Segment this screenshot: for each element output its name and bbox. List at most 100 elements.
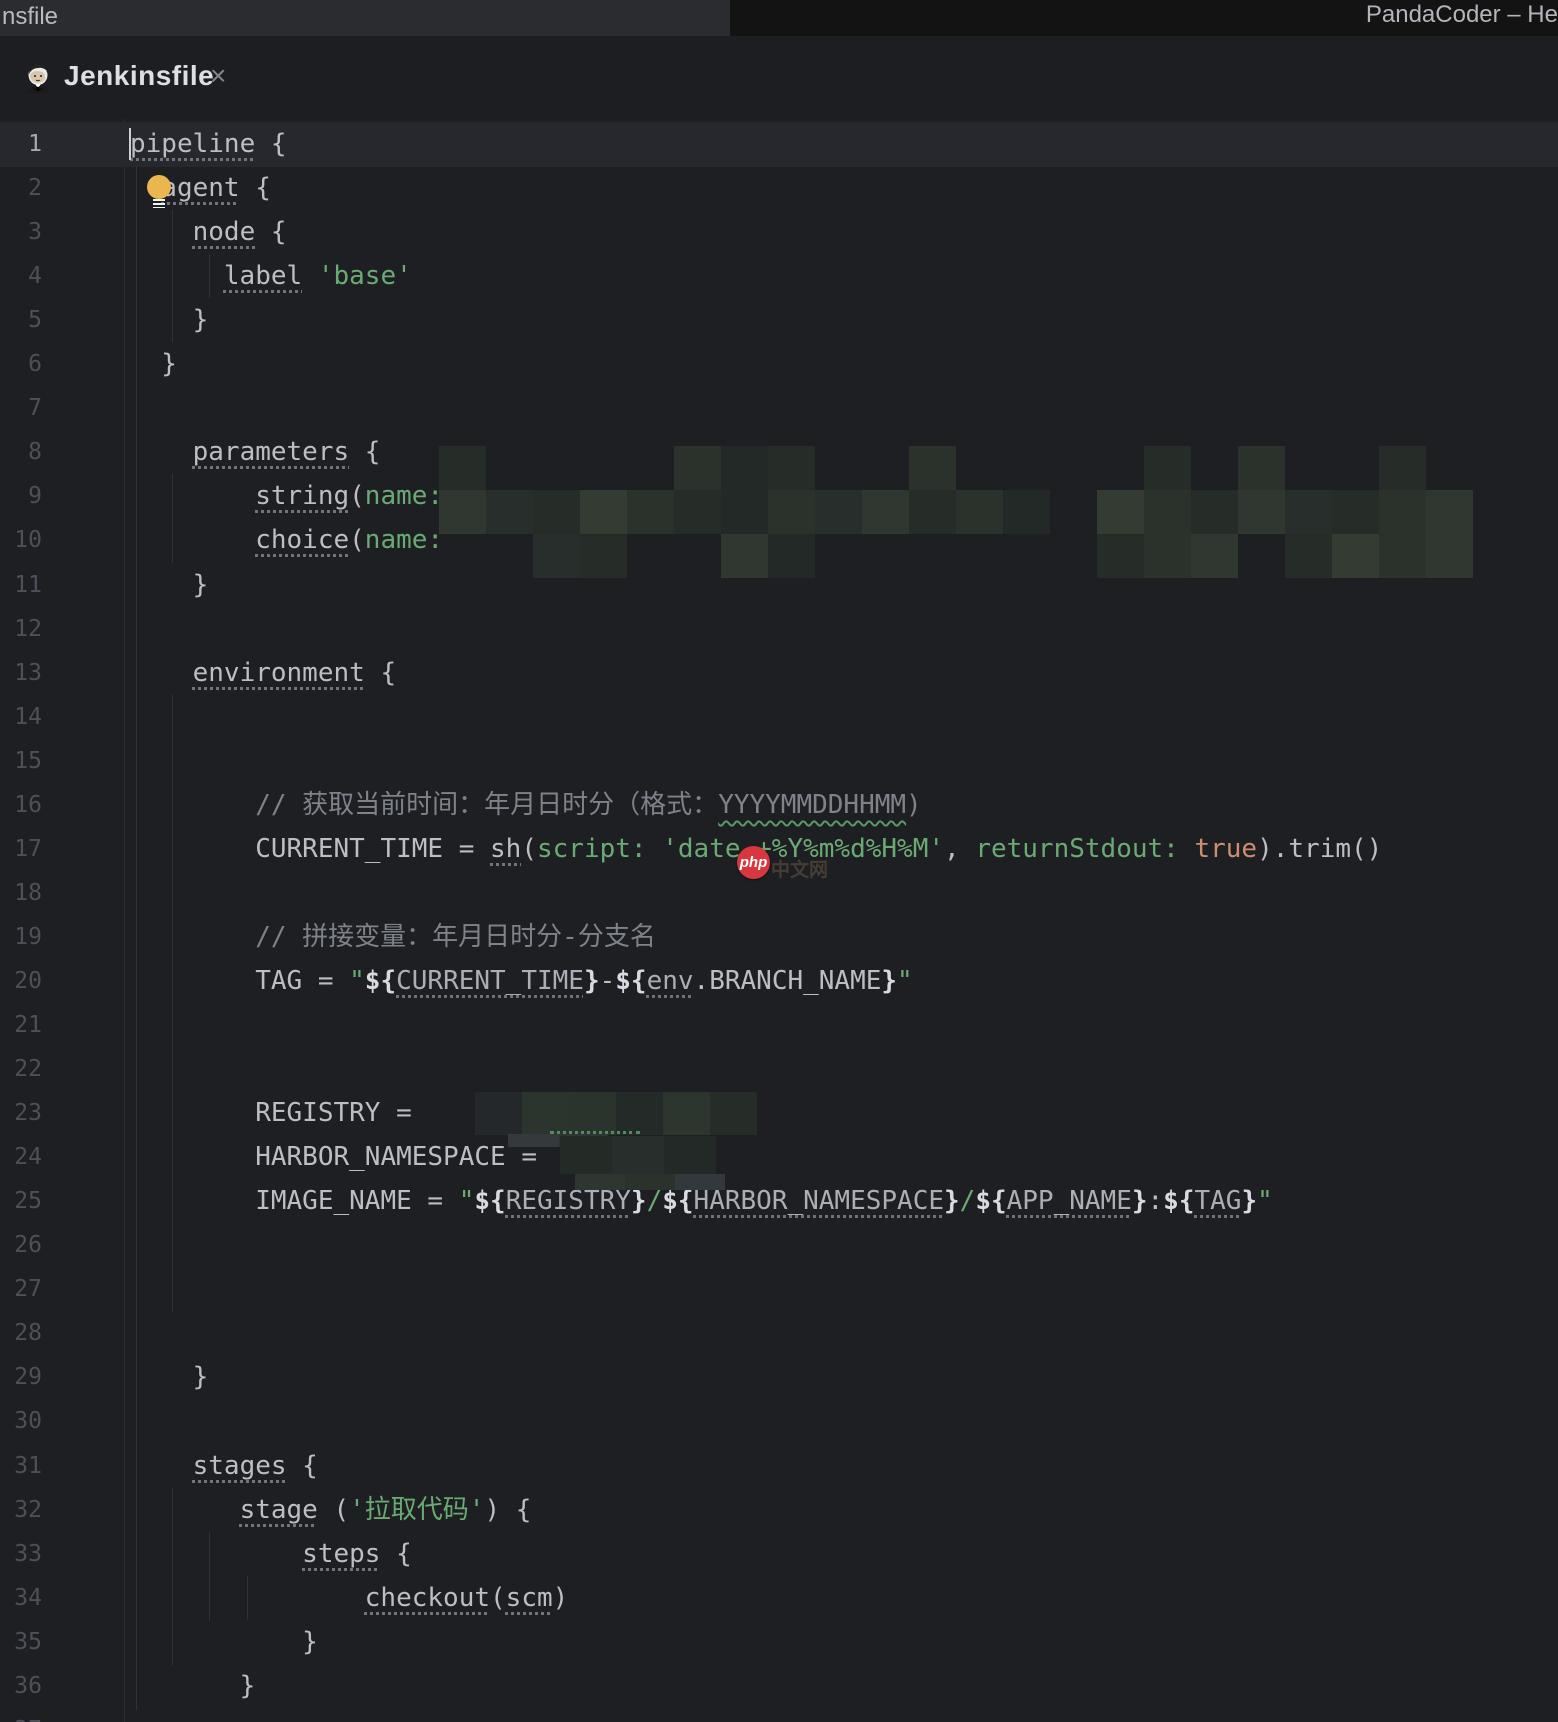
- code-line[interactable]: 35}: [0, 1620, 1558, 1665]
- line-number: 8: [28, 439, 42, 466]
- line-number: 27: [14, 1276, 42, 1303]
- line-number: 18: [14, 879, 42, 906]
- close-icon[interactable]: ×: [210, 60, 226, 92]
- code-line[interactable]: 6}: [0, 342, 1558, 387]
- code-text: }: [192, 1362, 209, 1393]
- line-number: 5: [28, 307, 42, 334]
- line-number: 14: [14, 703, 42, 730]
- code-line[interactable]: 21: [0, 1003, 1558, 1048]
- line-number: 26: [14, 1232, 42, 1259]
- code-line[interactable]: 32 stage ('拉取代码') {: [0, 1488, 1558, 1533]
- line-number: 1: [28, 131, 42, 157]
- code-text: TAG = "${CURRENT_TIME}-${env.BRANCH_NAME…: [255, 965, 913, 996]
- code-line[interactable]: 23 REGISTRY =: [0, 1091, 1558, 1136]
- code-line[interactable]: 27: [0, 1267, 1558, 1312]
- ide-window: nsfile PandaCoder – He Jenkinsfile × 1 p…: [0, 0, 1558, 1722]
- line-number: 10: [14, 527, 42, 554]
- indent-guide: [209, 254, 210, 298]
- line-number: 7: [28, 395, 42, 422]
- code-text: choice(name:: [255, 525, 444, 556]
- code-line[interactable]: 1 pipeline {: [0, 122, 1558, 167]
- indent-guide: [136, 166, 137, 1710]
- code-text: string(name:: [255, 481, 444, 512]
- line-number: 29: [14, 1364, 42, 1391]
- code-text: // 拼接变量：年月日时分-分支名: [255, 921, 656, 952]
- watermark-text: 中文网: [771, 860, 829, 881]
- line-number: 32: [14, 1496, 42, 1523]
- line-number: 20: [14, 967, 42, 994]
- code-text: }: [239, 1670, 256, 1701]
- code-line[interactable]: 28: [0, 1311, 1558, 1356]
- code-text: stages {: [192, 1450, 318, 1481]
- code-line[interactable]: 29}: [0, 1355, 1558, 1400]
- code-line[interactable]: 33 steps {: [0, 1532, 1558, 1577]
- window-titlebar: nsfile PandaCoder – He: [0, 0, 1558, 36]
- jenkins-icon: [27, 65, 49, 94]
- line-number: 6: [28, 351, 42, 378]
- line-number: 25: [14, 1188, 42, 1215]
- code-text: parameters {: [192, 437, 381, 468]
- window-title-project: PandaCoder – He: [1365, 1, 1558, 28]
- indent-guide: [172, 210, 173, 342]
- code-line[interactable]: 20 TAG = "${CURRENT_TIME}-${env.BRANCH_NA…: [0, 959, 1558, 1004]
- code-line[interactable]: 37: [0, 1708, 1558, 1722]
- indent-guide: [209, 1532, 210, 1621]
- indent-guide: [172, 1488, 173, 1665]
- code-line[interactable]: 7: [0, 386, 1558, 431]
- code-line[interactable]: 4 label 'base': [0, 254, 1558, 299]
- code-editor[interactable]: 1 pipeline {2 agent {3 node {4 label 'base' 5…: [0, 119, 1558, 1722]
- intention-lightbulb-icon[interactable]: [147, 175, 171, 199]
- code-line[interactable]: 2 agent {: [0, 166, 1558, 211]
- code-line[interactable]: 5}: [0, 298, 1558, 343]
- line-number: 34: [14, 1584, 42, 1611]
- code-line[interactable]: 36}: [0, 1664, 1558, 1709]
- code-text: node {: [192, 217, 287, 248]
- code-text: environment {: [192, 657, 397, 688]
- code-text: }: [192, 305, 209, 336]
- line-number: 12: [14, 615, 42, 642]
- code-line[interactable]: 3 node {: [0, 210, 1558, 255]
- line-number: 23: [14, 1100, 42, 1127]
- code-line[interactable]: 26: [0, 1223, 1558, 1268]
- code-line[interactable]: 25 IMAGE_NAME = "${REGISTRY}/${HARBOR_NAM…: [0, 1179, 1558, 1224]
- line-number: 35: [14, 1628, 42, 1655]
- code-line[interactable]: 12: [0, 607, 1558, 652]
- line-number: 31: [14, 1452, 42, 1479]
- line-number: 33: [14, 1540, 42, 1567]
- redaction-typo-underline: [550, 1131, 640, 1134]
- line-number: 4: [28, 263, 42, 290]
- code-line[interactable]: 13 environment {: [0, 651, 1558, 696]
- tab-label: Jenkinsfile: [64, 60, 215, 91]
- window-title-partial: nsfile: [2, 3, 59, 30]
- line-number: 24: [14, 1144, 42, 1171]
- line-number: 21: [14, 1012, 42, 1038]
- indent-guide: [247, 1576, 248, 1620]
- code-text: }: [192, 569, 209, 600]
- line-number: 3: [28, 219, 42, 246]
- lightbulb-base: [153, 199, 165, 208]
- line-number: 30: [14, 1408, 42, 1435]
- titlebar-left-segment: nsfile: [0, 0, 730, 36]
- line-number: 13: [14, 659, 42, 686]
- code-line[interactable]: 14: [0, 695, 1558, 740]
- code-text: stage ('拉取代码') {: [239, 1494, 532, 1525]
- line-number: 11: [14, 571, 42, 598]
- code-line[interactable]: 30: [0, 1399, 1558, 1444]
- line-number: 36: [14, 1672, 42, 1699]
- line-number: 19: [14, 923, 42, 950]
- code-line[interactable]: 19 // 拼接变量：年月日时分-分支名: [0, 915, 1558, 960]
- code-line[interactable]: 24 HARBOR_NAMESPACE =: [0, 1135, 1558, 1180]
- text-caret: [129, 128, 131, 160]
- indent-guide: [172, 695, 173, 1312]
- line-number: 22: [14, 1056, 42, 1083]
- code-line[interactable]: 22: [0, 1047, 1558, 1092]
- code-line[interactable]: 16 // 获取当前时间：年月日时分（格式：YYYYMMDDHHMM): [0, 783, 1558, 828]
- code-line[interactable]: 15: [0, 739, 1558, 784]
- code-line[interactable]: 31 stages {: [0, 1444, 1558, 1489]
- editor-tab-bar: Jenkinsfile ×: [0, 36, 1558, 156]
- code-text: // 获取当前时间：年月日时分（格式：YYYYMMDDHHMM): [255, 789, 922, 820]
- line-number: 17: [14, 835, 42, 862]
- indent-guide: [172, 474, 173, 563]
- code-text: pipeline {: [130, 129, 287, 159]
- code-line[interactable]: 34 checkout(scm): [0, 1576, 1558, 1621]
